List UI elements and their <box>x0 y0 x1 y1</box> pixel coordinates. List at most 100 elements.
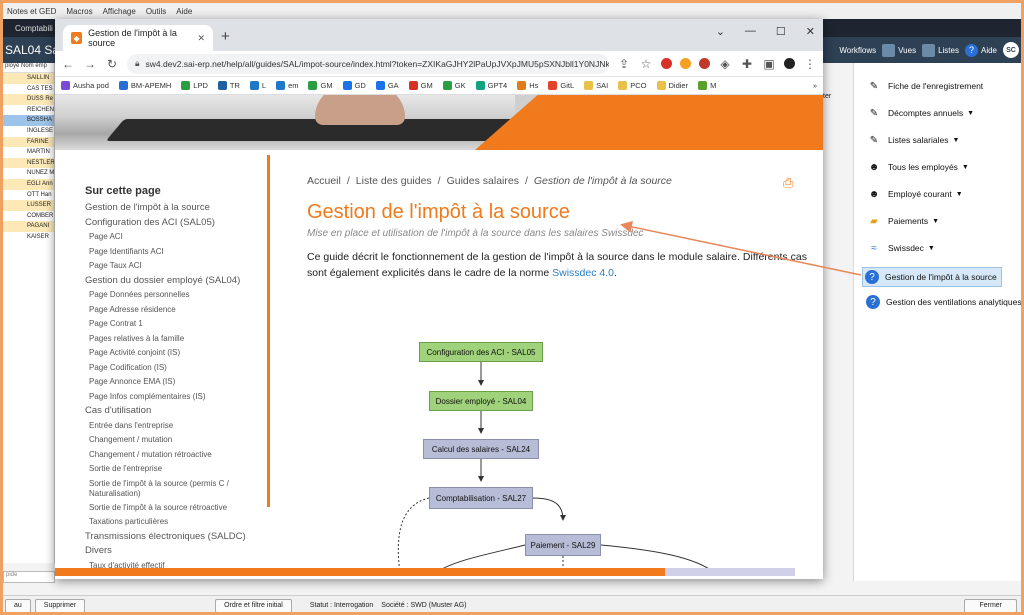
employee-row[interactable]: SAILLIN <box>3 73 54 84</box>
employee-row[interactable]: INGLESE <box>3 126 54 137</box>
delete-button[interactable]: Supprimer <box>34 598 86 612</box>
aide-button[interactable]: ? Aide <box>964 43 997 57</box>
action-item[interactable]: ≈ Swissdec ▼ <box>866 241 935 255</box>
bookmark-item[interactable]: GPT4 <box>475 81 507 90</box>
bookmark-item[interactable]: GA <box>375 81 399 90</box>
employee-row[interactable]: KAISER <box>3 232 54 243</box>
browser-window: ◆ Gestion de l'impôt à la source ✕ + ⌄ —… <box>55 19 823 579</box>
minimize-icon[interactable]: — <box>745 25 756 38</box>
share-icon[interactable]: ⇪ <box>617 57 631 71</box>
bookmark-icon <box>618 81 628 90</box>
gmail-icon[interactable] <box>661 58 672 69</box>
bookmark-item[interactable]: SAI <box>584 81 608 90</box>
erp-left-button[interactable]: au <box>5 598 31 612</box>
employee-row[interactable]: OTT Han <box>3 190 54 201</box>
employee-row[interactable]: EGLI Ann <box>3 178 54 190</box>
menu-kebab-icon[interactable]: ⋮ <box>803 57 817 71</box>
bookmark-item[interactable]: Didier <box>656 81 688 90</box>
action-item-label: Gestion de l'impôt à la source <box>885 272 997 282</box>
close-window-icon[interactable]: ✕ <box>806 25 815 38</box>
bookmark-icon <box>61 81 70 90</box>
abp-icon[interactable] <box>699 58 710 69</box>
employee-row[interactable]: FARINE <box>3 136 54 148</box>
employee-row[interactable]: BOSSHA <box>3 115 54 126</box>
workflows-button[interactable]: Workflows <box>839 46 876 55</box>
flowchart-node: Dossier employé - SAL04 <box>429 391 533 411</box>
employee-row[interactable]: CAS TES <box>3 84 54 95</box>
action-item[interactable]: ✎ Décomptes annuels ▼ <box>866 106 974 120</box>
back-icon[interactable]: ← <box>61 57 75 71</box>
reload-icon[interactable]: ↻ <box>105 57 119 71</box>
extensions-puzzle-icon[interactable]: ✚ <box>740 57 754 71</box>
menu-item-outils[interactable]: Outils <box>146 7 166 16</box>
bookmark-icon <box>375 81 385 90</box>
favicon-icon: ◆ <box>71 32 83 44</box>
browser-tab[interactable]: ◆ Gestion de l'impôt à la source ✕ <box>63 25 213 51</box>
action-item[interactable]: ? Gestion de l'impôt à la source <box>862 267 1002 287</box>
vues-button[interactable]: Vues <box>882 43 916 57</box>
action-item[interactable]: ✎ Fiche de l'enregistrement <box>866 79 983 93</box>
bookmark-item[interactable]: GK <box>442 81 466 90</box>
bookmark-item[interactable]: GitL <box>548 81 574 90</box>
action-item[interactable]: ? Gestion des ventilations analytiques <box>866 295 1021 309</box>
bookmark-item[interactable]: TR <box>217 81 240 90</box>
address-bar[interactable]: 🔒︎ sw4.dev2.sai-erp.net/help/all/guides/… <box>127 53 609 74</box>
employee-row[interactable]: REICHEN <box>3 105 54 116</box>
employee-row[interactable]: COMBER <box>3 211 54 222</box>
employees-icon: ☻ <box>868 161 880 173</box>
new-tab-icon[interactable]: + <box>221 28 230 45</box>
close-button[interactable]: Fermer <box>964 598 1017 612</box>
bookmark-star-icon[interactable]: ☆ <box>639 57 653 71</box>
close-tab-icon[interactable]: ✕ <box>197 33 205 44</box>
avatar[interactable]: SC <box>1003 42 1019 58</box>
menu-item-notes[interactable]: Notes et GED <box>7 7 56 16</box>
bookmark-item[interactable]: L <box>249 81 266 90</box>
maximize-icon[interactable]: ☐ <box>776 25 786 38</box>
action-item[interactable]: ✎ Listes salariales ▼ <box>866 133 960 147</box>
bookmark-item[interactable]: em <box>276 81 298 90</box>
quick-search-input[interactable]: pide <box>3 571 55 583</box>
tab-search-icon[interactable]: ⌄ <box>716 25 725 38</box>
employee-row[interactable]: MARTIN <box>3 147 54 158</box>
employee-row[interactable]: LUSSER <box>3 200 54 211</box>
sidepanel-icon[interactable]: ▣ <box>762 57 776 71</box>
flowchart-node: Configuration des ACI - SAL05 <box>419 342 543 362</box>
company-text: Société : SWD (Muster AG) <box>381 602 467 609</box>
bookmark-item[interactable]: PCO <box>618 81 647 90</box>
dropdown-arrow-icon: ▼ <box>955 190 963 198</box>
order-filter-button[interactable]: Ordre et filtre initial <box>215 598 292 612</box>
menu-item-aide[interactable]: Aide <box>176 7 192 16</box>
extension-icon[interactable] <box>680 58 691 69</box>
bookmark-item[interactable]: GM <box>308 81 333 90</box>
employee-row[interactable]: NESTLER <box>3 157 54 169</box>
forward-icon[interactable]: → <box>83 57 97 71</box>
erp-menubar: Notes et GED Macros Affichage Outils Aid… <box>3 3 1021 19</box>
window-controls: ⌄ — ☐ ✕ <box>716 25 815 38</box>
action-item[interactable]: ☻ Tous les employés ▼ <box>866 160 969 174</box>
bookmark-item[interactable]: Hs <box>517 81 538 90</box>
menu-item-affichage[interactable]: Affichage <box>103 7 136 16</box>
bookmark-item[interactable]: GD <box>342 81 366 90</box>
bookmark-item[interactable]: BM-APEMH <box>118 81 171 90</box>
bookmark-item[interactable]: LPD <box>181 81 208 90</box>
status-text: Statut : Interrogation <box>309 602 374 609</box>
erp-tab-comptabilite[interactable]: Comptabili <box>15 24 53 33</box>
bookmark-item[interactable]: Ausha pod <box>61 81 109 90</box>
bookmark-item[interactable]: GM <box>408 81 433 90</box>
bookmark-icon <box>475 81 485 90</box>
more-bookmarks-icon[interactable]: » <box>813 81 817 90</box>
dropdown-arrow-icon: ▼ <box>952 136 960 144</box>
employee-row[interactable]: DUSS Re <box>3 94 54 105</box>
menu-item-macros[interactable]: Macros <box>66 7 92 16</box>
bookmark-icon <box>408 81 418 90</box>
action-item[interactable]: ▰ Paiements ▼ <box>866 214 939 228</box>
extension-diamond-icon[interactable]: ◈ <box>718 57 732 71</box>
employee-row[interactable]: NUNEZ M <box>3 168 54 179</box>
list-icon: ✎ <box>869 134 879 146</box>
employee-row[interactable]: PAGANI <box>3 221 54 232</box>
bookmark-item[interactable]: M <box>698 81 716 90</box>
listes-button[interactable]: Listes <box>922 43 959 57</box>
dropdown-arrow-icon: ▼ <box>927 244 935 252</box>
action-item[interactable]: ☻ Employé courant ▼ <box>866 187 963 201</box>
profile-icon[interactable] <box>784 58 795 69</box>
